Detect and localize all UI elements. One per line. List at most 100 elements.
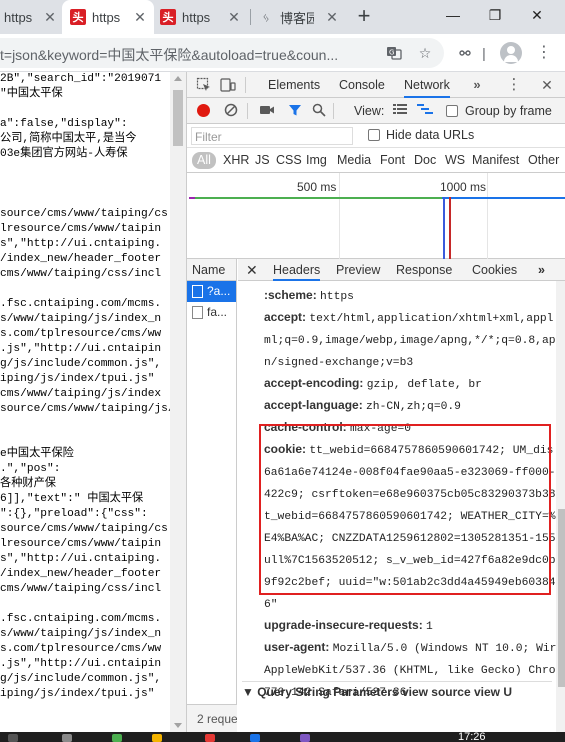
- extensions-icon[interactable]: [456, 44, 474, 62]
- close-tab-icon[interactable]: ✕: [42, 9, 58, 25]
- tab-headers[interactable]: Headers: [273, 259, 321, 281]
- header-value: gzip, deflate, br: [366, 379, 482, 391]
- details-scrollbar[interactable]: [556, 281, 565, 732]
- toutiao-icon: 头: [70, 9, 86, 25]
- scroll-down-arrow-icon[interactable]: [174, 723, 182, 728]
- type-filter-img[interactable]: Img: [306, 152, 327, 169]
- header-line: user-agent: Mozilla/5.0 (Windows NT 10.0…: [264, 636, 556, 660]
- search-icon[interactable]: [311, 103, 327, 119]
- hide-data-urls-checkbox[interactable]: [368, 129, 380, 141]
- tab-divider: [250, 9, 251, 25]
- close-tab-icon[interactable]: ✕: [226, 9, 242, 25]
- header-row: accept-encoding: gzip, deflate, br: [264, 372, 554, 396]
- screenshot-capture-icon[interactable]: [259, 103, 275, 119]
- network-toolbar: View: Group by frame: [187, 98, 565, 124]
- record-icon[interactable]: [197, 104, 210, 117]
- inspect-element-icon[interactable]: [196, 77, 212, 93]
- type-filter-css[interactable]: CSS: [276, 152, 302, 169]
- browser-tab-3[interactable]: 头 https ✕: [160, 0, 250, 34]
- app-icon[interactable]: [300, 734, 310, 742]
- query-string-parameters-section[interactable]: ▼ Query String Parameters view source vi…: [242, 681, 552, 701]
- view-label: View:: [354, 104, 385, 118]
- type-filter-js[interactable]: JS: [255, 152, 270, 169]
- browser-tab-4[interactable]: ᛃ 博客园 ✕: [258, 0, 348, 34]
- url-text[interactable]: t=json&keyword=中国太平保险&autoload=true&coun…: [0, 45, 380, 65]
- filter-funnel-icon[interactable]: [287, 103, 303, 119]
- close-tab-icon[interactable]: ✕: [132, 9, 148, 25]
- filter-input[interactable]: Filter: [191, 127, 353, 145]
- request-row[interactable]: ?a...: [187, 281, 236, 302]
- request-details: ✕ Headers Preview Response Cookies » :sc…: [238, 259, 565, 732]
- header-line: upgrade-insecure-requests: 1: [264, 614, 554, 638]
- taskbar-clock: 17:26: [458, 732, 486, 742]
- type-filter-all[interactable]: All: [192, 152, 216, 169]
- type-filter-doc[interactable]: Doc: [414, 152, 436, 169]
- cnblogs-icon: ᛃ: [262, 9, 270, 25]
- type-filter-media[interactable]: Media: [337, 152, 371, 169]
- type-filter-manifest[interactable]: Manifest: [472, 152, 519, 169]
- scroll-up-arrow-icon[interactable]: [174, 76, 182, 81]
- name-column-header[interactable]: Name: [187, 259, 236, 281]
- header-name: accept-encoding:: [264, 376, 367, 390]
- chrome-icon[interactable]: [152, 734, 162, 742]
- document-icon: [192, 306, 203, 319]
- clear-icon[interactable]: [223, 103, 239, 119]
- app-icon[interactable]: [112, 734, 122, 742]
- page-scroll-thumb[interactable]: [173, 90, 183, 146]
- type-filter-font[interactable]: Font: [380, 152, 405, 169]
- load-event-marker: [449, 197, 451, 259]
- devtools-main-toolbar: Elements Console Network » ⋮ ✕: [187, 72, 565, 98]
- dom-content-loaded-marker: [443, 197, 445, 259]
- large-rows-icon[interactable]: [392, 103, 408, 119]
- tab-cookies[interactable]: Cookies: [472, 259, 517, 281]
- profile-avatar[interactable]: [500, 42, 522, 64]
- more-panels-icon[interactable]: »: [469, 77, 485, 93]
- header-continuation: AppleWebKit/537.36 (KHTML, like Gecko) C…: [264, 660, 556, 682]
- group-by-frame-label: Group by frame: [465, 104, 552, 118]
- device-toolbar-icon[interactable]: [220, 77, 236, 93]
- waterfall-overview-icon[interactable]: [417, 103, 433, 119]
- page-scrollbar[interactable]: [170, 72, 186, 732]
- start-icon[interactable]: [8, 734, 18, 742]
- type-filter-other[interactable]: Other: [528, 152, 559, 169]
- close-window-button[interactable]: ✕: [516, 0, 558, 30]
- app-icon[interactable]: [205, 734, 215, 742]
- close-devtools-icon[interactable]: ✕: [539, 77, 555, 93]
- tab-elements[interactable]: Elements: [268, 72, 320, 98]
- browser-tab-2[interactable]: 头 https ✕: [62, 0, 154, 34]
- new-tab-button[interactable]: +: [353, 5, 375, 27]
- header-value: text/html,application/xhtml+xml,appl: [309, 313, 554, 325]
- kebab-menu-icon[interactable]: ⋮: [535, 44, 553, 62]
- details-scroll-thumb[interactable]: [558, 509, 565, 687]
- bookmark-star-icon[interactable]: ☆: [417, 45, 433, 61]
- request-row[interactable]: fa...: [187, 302, 236, 323]
- app-icon[interactable]: [250, 734, 260, 742]
- restore-button[interactable]: ❐: [474, 0, 516, 30]
- header-row: accept-language: zh-CN,zh;q=0.9: [264, 394, 554, 418]
- type-filter-xhr[interactable]: XHR: [223, 152, 249, 169]
- address-bar[interactable]: t=json&keyword=中国太平保险&autoload=true&coun…: [0, 38, 444, 68]
- browser-tab-1[interactable]: https ✕: [0, 0, 62, 34]
- close-details-icon[interactable]: ✕: [246, 259, 258, 281]
- timeline-gridline: [339, 173, 340, 259]
- tab-network[interactable]: Network: [404, 72, 450, 98]
- header-row: upgrade-insecure-requests: 1: [264, 614, 554, 638]
- devtools-menu-icon[interactable]: ⋮: [506, 77, 522, 93]
- close-tab-icon[interactable]: ✕: [324, 9, 340, 25]
- document-icon: [192, 285, 203, 298]
- more-tabs-icon[interactable]: »: [538, 259, 545, 281]
- tab-console[interactable]: Console: [339, 72, 385, 98]
- resource-type-filters: All XHR JS CSS Img Media Font Doc WS Man…: [187, 148, 565, 173]
- minimize-button[interactable]: —: [432, 0, 474, 30]
- file-explorer-icon[interactable]: [62, 734, 72, 742]
- tab-preview[interactable]: Preview: [336, 259, 380, 281]
- vertical-divider-icon: |: [482, 45, 486, 61]
- tab-response[interactable]: Response: [396, 259, 452, 281]
- network-timeline-overview[interactable]: 500 ms 1000 ms: [187, 173, 565, 259]
- waterfall-bar: [195, 197, 443, 199]
- type-filter-ws[interactable]: WS: [445, 152, 465, 169]
- header-row: :scheme: https: [264, 284, 554, 308]
- group-by-frame-checkbox[interactable]: [446, 105, 458, 117]
- timeline-tick-label: 500 ms: [297, 180, 337, 194]
- translate-icon[interactable]: G: [386, 45, 402, 61]
